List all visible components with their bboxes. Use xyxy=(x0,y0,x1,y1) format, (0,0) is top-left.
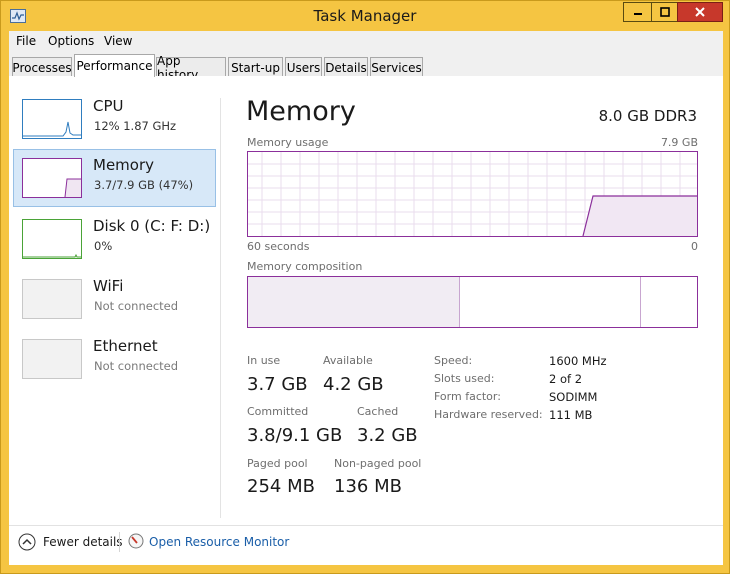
time-end-label: 0 xyxy=(691,240,698,253)
close-button[interactable] xyxy=(677,2,723,22)
hardware-reserved-value: 111 MB xyxy=(549,408,593,422)
sidebar-item-detail: 3.7/7.9 GB (47%) xyxy=(94,178,194,192)
menu-options[interactable]: Options xyxy=(48,34,94,48)
open-resource-monitor-link[interactable]: Open Resource Monitor xyxy=(149,535,289,549)
wifi-thumbnail-graph xyxy=(22,279,82,319)
in-use-label: In use xyxy=(247,354,281,367)
close-icon xyxy=(695,7,705,17)
sidebar-item-memory[interactable]: Memory 3.7/7.9 GB (47%) xyxy=(13,149,216,207)
in-use-value: 3.7 GB xyxy=(247,374,308,395)
fewer-details-button[interactable]: Fewer details xyxy=(43,535,123,549)
footer-bar: Fewer details Open Resource Monitor xyxy=(9,525,723,565)
hardware-reserved-label: Hardware reserved: xyxy=(434,408,543,421)
cached-value: 3.2 GB xyxy=(357,425,418,446)
sidebar-item-disk[interactable]: Disk 0 (C: F: D:) 0% xyxy=(13,210,216,268)
tab-start-up[interactable]: Start-up xyxy=(228,57,283,77)
non-paged-pool-label: Non-paged pool xyxy=(334,457,422,470)
tab-users[interactable]: Users xyxy=(285,57,322,77)
tab-processes[interactable]: Processes xyxy=(12,57,72,77)
speed-value: 1600 MHz xyxy=(549,354,607,368)
slots-used-label: Slots used: xyxy=(434,372,495,385)
paged-pool-label: Paged pool xyxy=(247,457,308,470)
sidebar-item-detail: Not connected xyxy=(94,299,179,313)
minimize-icon xyxy=(633,13,642,15)
sidebar-item-wifi[interactable]: WiFi Not connected xyxy=(13,270,216,328)
minimize-button[interactable] xyxy=(623,2,652,22)
memory-composition-label: Memory composition xyxy=(247,260,363,273)
tab-performance[interactable]: Performance xyxy=(74,54,155,77)
memory-spec: 8.0 GB DDR3 xyxy=(598,107,697,125)
tab-app-history[interactable]: App history xyxy=(156,54,226,82)
ethernet-thumbnail-graph xyxy=(22,339,82,379)
tab-bar: Processes Performance App history Start-… xyxy=(9,53,723,82)
menu-view[interactable]: View xyxy=(104,34,132,48)
paged-pool-value: 254 MB xyxy=(247,476,315,497)
sidebar-item-cpu[interactable]: CPU 12% 1.87 GHz xyxy=(13,90,216,148)
window-title: Task Manager xyxy=(313,7,417,25)
task-manager-window: Task Manager File Options View Processes… xyxy=(0,0,730,574)
memory-composition-bar xyxy=(247,276,698,328)
sidebar-item-label: Memory xyxy=(93,156,155,174)
committed-label: Committed xyxy=(247,405,309,418)
time-span-label: 60 seconds xyxy=(247,240,310,253)
memory-usage-max: 7.9 GB xyxy=(660,136,698,149)
sidebar-item-label: Ethernet xyxy=(93,337,158,355)
maximize-button[interactable] xyxy=(651,2,678,22)
footer-separator xyxy=(119,532,120,552)
form-factor-label: Form factor: xyxy=(434,390,501,403)
tab-services[interactable]: Services xyxy=(370,57,423,77)
cpu-thumbnail-graph xyxy=(22,99,82,139)
sidebar-item-ethernet[interactable]: Ethernet Not connected xyxy=(13,330,216,388)
menu-file[interactable]: File xyxy=(16,34,36,48)
speed-label: Speed: xyxy=(434,354,473,367)
composition-in-use-segment xyxy=(248,277,460,327)
sidebar-item-label: WiFi xyxy=(93,277,124,295)
tab-details[interactable]: Details xyxy=(324,57,368,77)
disk-thumbnail-graph xyxy=(22,219,82,259)
sidebar-item-detail: 12% 1.87 GHz xyxy=(94,119,177,133)
non-paged-pool-value: 136 MB xyxy=(334,476,402,497)
available-label: Available xyxy=(323,354,373,367)
chevron-up-icon[interactable] xyxy=(18,533,36,551)
sidebar-divider xyxy=(220,98,221,518)
page-title: Memory xyxy=(246,96,356,127)
resource-monitor-icon xyxy=(128,533,144,549)
performance-panel: CPU 12% 1.87 GHz Memory 3.7/7.9 GB (47%)… xyxy=(9,76,723,525)
memory-thumbnail-graph xyxy=(22,158,82,198)
form-factor-value: SODIMM xyxy=(549,390,598,404)
available-value: 4.2 GB xyxy=(323,374,384,395)
title-bar[interactable]: Task Manager xyxy=(1,1,729,31)
memory-usage-label: Memory usage xyxy=(247,136,329,149)
menu-bar: File Options View xyxy=(9,31,723,53)
cached-label: Cached xyxy=(357,405,399,418)
maximize-icon xyxy=(659,7,670,17)
sidebar-item-detail: Not connected xyxy=(94,359,179,373)
sidebar-item-detail: 0% xyxy=(94,239,113,253)
sidebar-item-label: CPU xyxy=(93,97,124,115)
composition-standby-segment xyxy=(460,277,641,327)
memory-usage-graph xyxy=(247,151,698,237)
sidebar-item-label: Disk 0 (C: F: D:) xyxy=(93,217,211,235)
committed-value: 3.8/9.1 GB xyxy=(247,425,343,446)
slots-used-value: 2 of 2 xyxy=(549,372,583,386)
